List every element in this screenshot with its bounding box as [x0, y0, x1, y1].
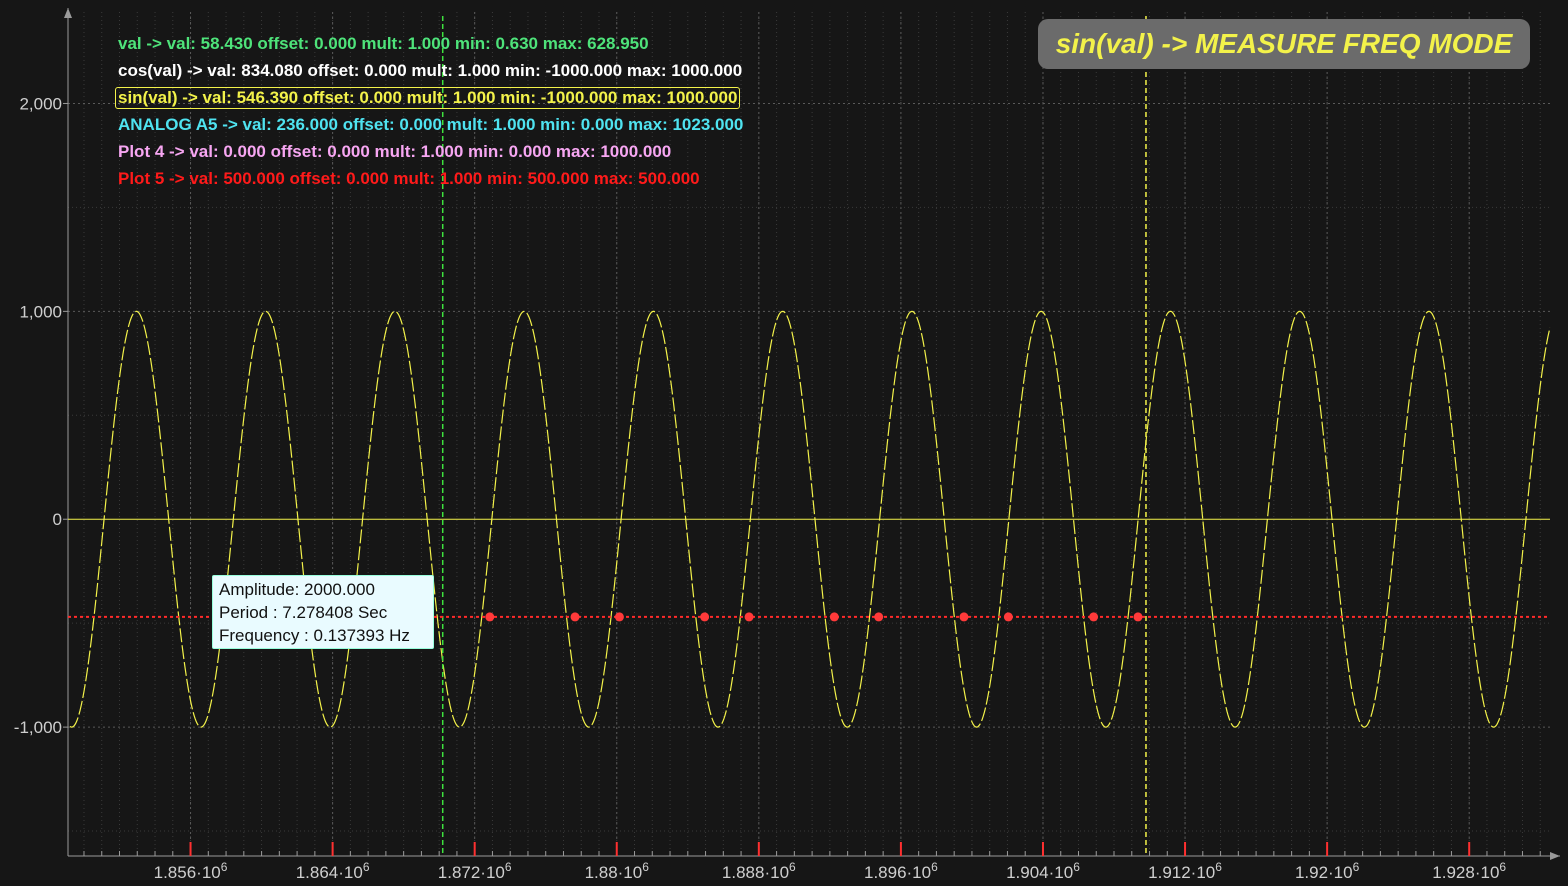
- crossing-marker: [700, 612, 710, 622]
- legend-item-plot4[interactable]: Plot 4 -> val: 0.000 offset: 0.000 mult:…: [118, 142, 671, 162]
- y-tick-label: 0: [53, 510, 62, 529]
- legend-item-plot5[interactable]: Plot 5 -> val: 500.000 offset: 0.000 mul…: [118, 169, 700, 189]
- crossing-marker: [614, 612, 624, 622]
- crossing-marker: [1089, 612, 1099, 622]
- x-tick-label: 1.888·106: [722, 860, 796, 882]
- x-tick-label: 1.864·106: [296, 860, 370, 882]
- amplitude-readout: Amplitude: 2000.000: [219, 580, 375, 599]
- crossing-marker: [1003, 612, 1013, 622]
- x-tick-label: 1.912·106: [1148, 860, 1222, 882]
- x-tick-label: 1.872·106: [438, 860, 512, 882]
- crossing-marker: [744, 612, 754, 622]
- crossing-marker: [829, 612, 839, 622]
- legend-item-val[interactable]: val -> val: 58.430 offset: 0.000 mult: 1…: [118, 34, 649, 54]
- crossing-marker: [959, 612, 969, 622]
- x-tick-label: 1.904·106: [1006, 860, 1080, 882]
- legend-item-sin[interactable]: sin(val) -> val: 546.390 offset: 0.000 m…: [115, 87, 741, 109]
- x-tick-label: 1.92·106: [1295, 860, 1360, 882]
- x-tick-label: 1.928·106: [1432, 860, 1506, 882]
- crossing-marker: [485, 612, 495, 622]
- mode-badge: sin(val) -> MEASURE FREQ MODE: [1038, 19, 1530, 69]
- measure-info-box: Amplitude: 2000.000 Period : 7.278408 Se…: [212, 575, 434, 649]
- legend-item-analog-a5[interactable]: ANALOG A5 -> val: 236.000 offset: 0.000 …: [118, 115, 743, 135]
- y-tick-label: 1,000: [19, 302, 62, 321]
- legend-item-cos[interactable]: cos(val) -> val: 834.080 offset: 0.000 m…: [118, 61, 742, 81]
- y-tick-label: 2,000: [19, 94, 62, 113]
- x-tick-label: 1.88·106: [585, 860, 650, 882]
- crossing-marker: [874, 612, 884, 622]
- x-tick-label: 1.856·106: [154, 860, 228, 882]
- period-readout: Period : 7.278408 Sec: [219, 603, 388, 622]
- x-tick-label: 1.896·106: [864, 860, 938, 882]
- crossing-marker: [1133, 612, 1143, 622]
- frequency-readout: Frequency : 0.137393 Hz: [219, 626, 410, 645]
- crossing-marker: [570, 612, 580, 622]
- y-tick-label: -1,000: [14, 718, 62, 737]
